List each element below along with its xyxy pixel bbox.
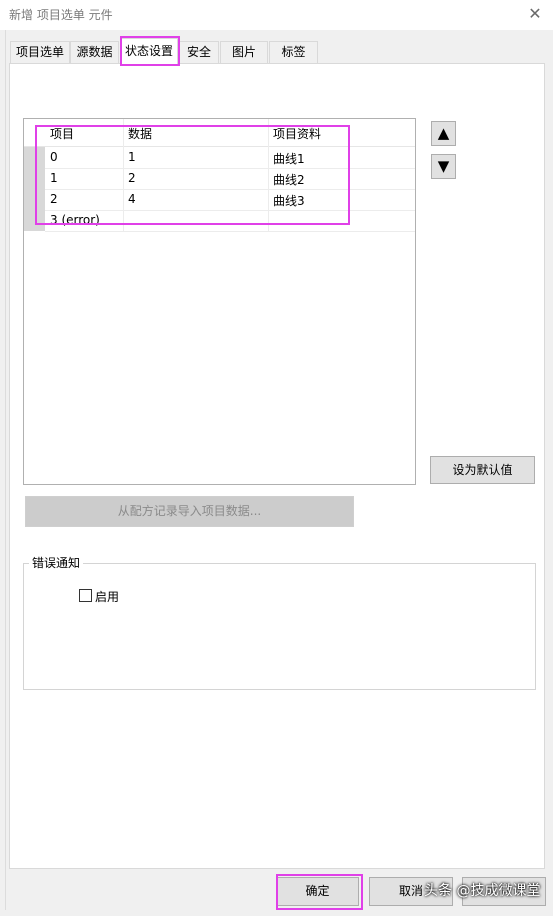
row-divider bbox=[45, 168, 415, 169]
items-grid[interactable]: 项目 数据 项目资料 0 1 曲线1 1 2 曲线2 2 4 曲线3 3 (er… bbox=[23, 118, 416, 485]
ok-button[interactable]: 确定 bbox=[276, 877, 359, 906]
grid-cell-row0-data[interactable]: 1 bbox=[128, 150, 136, 164]
grid-cell-row2-item[interactable]: 2 bbox=[50, 192, 58, 206]
grid-cell-row0-item[interactable]: 0 bbox=[50, 150, 58, 164]
column-divider bbox=[123, 119, 124, 231]
tab-label[interactable]: 标签 bbox=[269, 41, 318, 63]
row-divider bbox=[45, 189, 415, 190]
column-header-item[interactable]: 项目 bbox=[50, 125, 74, 142]
grid-cell-row2-data[interactable]: 4 bbox=[128, 192, 136, 206]
tab-security[interactable]: 安全 bbox=[179, 41, 219, 63]
window-title: 新增 项目选单 元件 bbox=[9, 8, 113, 22]
enable-checkbox[interactable] bbox=[79, 589, 92, 602]
grid-header bbox=[24, 119, 415, 147]
close-icon[interactable]: ✕ bbox=[523, 2, 547, 26]
import-from-recipe-button[interactable]: 从配方记录导入项目数据... bbox=[25, 496, 354, 527]
row-divider bbox=[45, 231, 415, 232]
grid-cell-row1-data[interactable]: 2 bbox=[128, 171, 136, 185]
grid-cell-row1-info[interactable]: 曲线2 bbox=[273, 171, 305, 188]
row-divider bbox=[45, 210, 415, 211]
tab-item-menu[interactable]: 项目选单 bbox=[10, 41, 70, 63]
left-edge bbox=[0, 30, 6, 910]
enable-checkbox-label[interactable]: 启用 bbox=[95, 588, 119, 605]
tab-status-settings[interactable]: 状态设置 bbox=[120, 38, 178, 64]
row-selector-column[interactable] bbox=[24, 147, 45, 231]
column-divider bbox=[268, 119, 269, 231]
error-notice-legend: 错误通知 bbox=[29, 554, 84, 571]
column-header-item-info[interactable]: 项目资料 bbox=[273, 125, 321, 142]
grid-cell-row1-item[interactable]: 1 bbox=[50, 171, 58, 185]
move-down-button[interactable]: ▼ bbox=[431, 154, 456, 179]
watermark: 头条 @技成微课堂 bbox=[424, 883, 541, 899]
grid-cell-row0-info[interactable]: 曲线1 bbox=[273, 150, 305, 167]
grid-cell-row3-item[interactable]: 3 (error) bbox=[50, 213, 100, 227]
error-notice-group bbox=[23, 563, 536, 690]
tab-image[interactable]: 图片 bbox=[220, 41, 268, 63]
set-default-button[interactable]: 设为默认值 bbox=[430, 456, 535, 484]
grid-cell-row2-info[interactable]: 曲线3 bbox=[273, 192, 305, 209]
column-header-data[interactable]: 数据 bbox=[128, 125, 152, 142]
move-up-button[interactable]: ▲ bbox=[431, 121, 456, 146]
tab-source-data[interactable]: 源数据 bbox=[70, 41, 119, 63]
